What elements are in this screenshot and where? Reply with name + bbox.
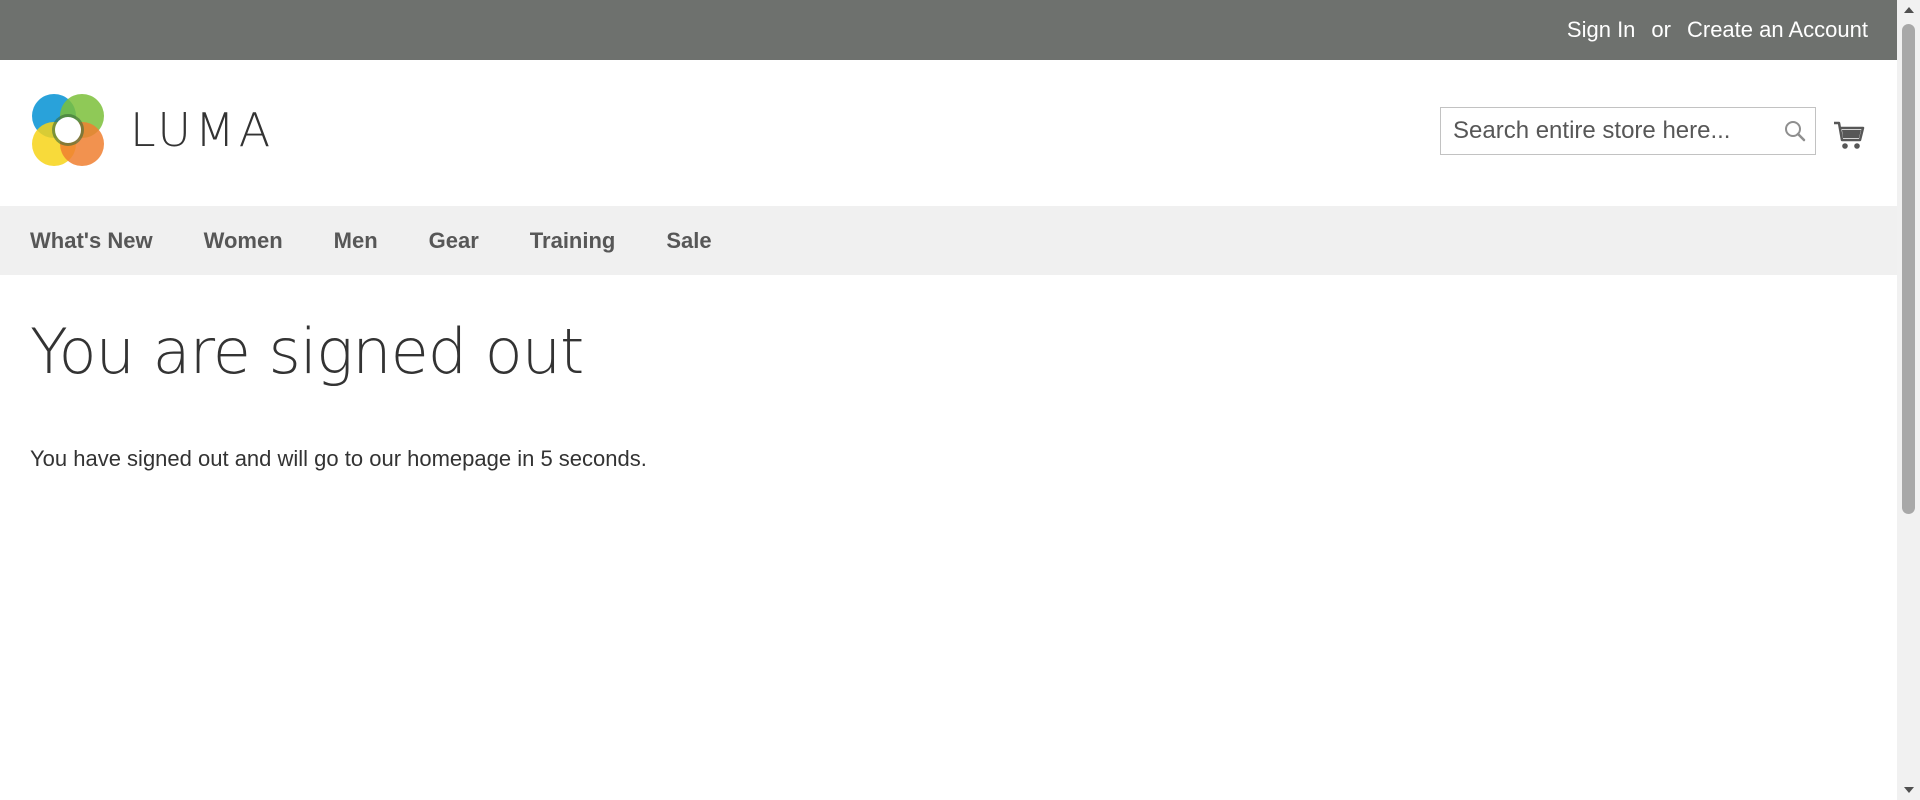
cart-icon[interactable]: [1833, 120, 1865, 157]
sign-in-link[interactable]: Sign In: [1567, 17, 1636, 43]
search-icon[interactable]: [1775, 111, 1815, 151]
signout-message: You have signed out and will go to our h…: [30, 446, 647, 471]
nav-item-women[interactable]: Women: [204, 228, 283, 254]
create-account-link[interactable]: Create an Account: [1687, 17, 1868, 43]
nav-item-gear[interactable]: Gear: [429, 228, 479, 254]
or-separator: or: [1651, 17, 1671, 42]
search-box: [1440, 107, 1816, 155]
page-title: You are signed out: [30, 315, 584, 388]
nav-item-whats-new[interactable]: What's New: [30, 228, 153, 254]
logo-text: LUMA: [130, 103, 275, 157]
scroll-down-icon[interactable]: [1897, 780, 1920, 800]
scroll-up-icon[interactable]: [1897, 0, 1920, 20]
nav-item-sale[interactable]: Sale: [666, 228, 711, 254]
scrollbar-thumb[interactable]: [1902, 24, 1915, 514]
logo[interactable]: LUMA: [30, 92, 274, 168]
top-bar: Sign In or Create an Account: [0, 0, 1897, 60]
search-input[interactable]: [1441, 108, 1775, 154]
nav-item-men[interactable]: Men: [334, 228, 378, 254]
nav-item-training[interactable]: Training: [530, 228, 616, 254]
main-content: You are signed out You have signed out a…: [0, 315, 1897, 472]
luma-logo-icon: [32, 94, 104, 166]
page: Sign In or Create an Account LUMA Search…: [0, 0, 1897, 800]
header: LUMA: [0, 60, 1897, 206]
vertical-scrollbar[interactable]: [1897, 0, 1920, 800]
main-nav: What's New Women Men Gear Training Sale: [0, 206, 1897, 275]
